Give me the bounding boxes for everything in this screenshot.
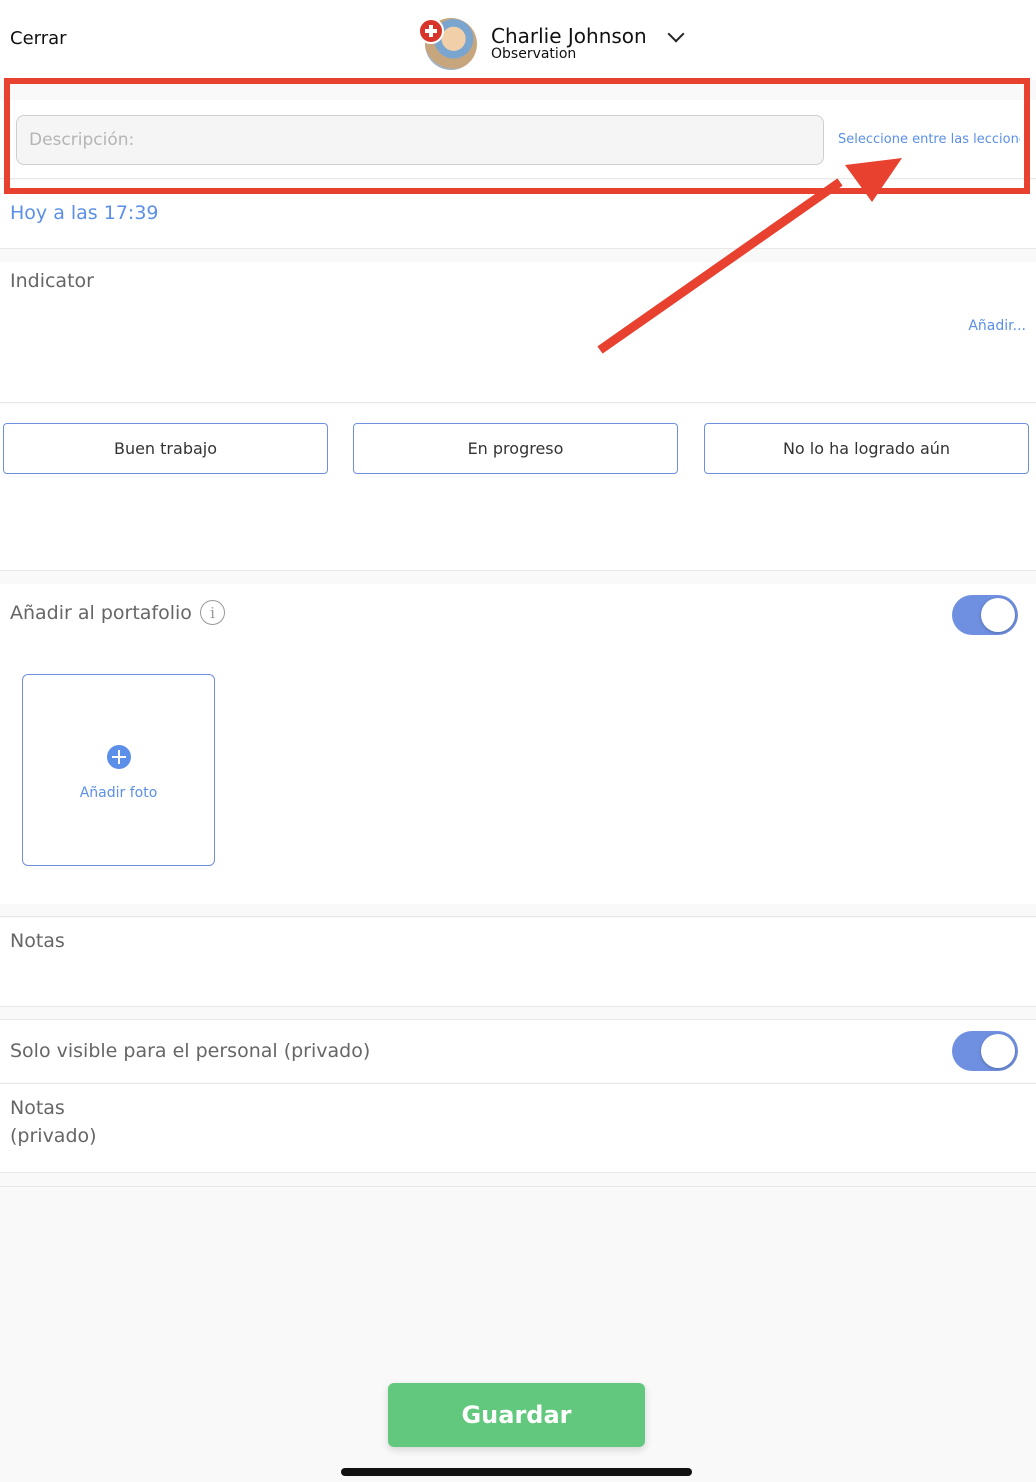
assessment-not-yet-button[interactable]: No lo ha logrado aún xyxy=(704,423,1029,474)
medical-alert-icon xyxy=(418,18,444,44)
chevron-down-icon[interactable] xyxy=(667,25,685,43)
date-row: Hoy a las 17:39 xyxy=(0,180,1036,248)
private-section: Solo visible para el personal (privado) xyxy=(0,1020,1036,1082)
description-row: Seleccione entre las lecciones xyxy=(0,100,1036,178)
notes-field[interactable]: Notas xyxy=(0,918,1036,1006)
private-notes-field[interactable]: Notas (privado) xyxy=(0,1084,1036,1172)
header-bar: Cerrar Charlie Johnson Observation xyxy=(0,0,1036,80)
home-indicator xyxy=(341,1468,692,1476)
portfolio-toggle[interactable] xyxy=(952,595,1018,635)
notes-label: Notas xyxy=(10,930,65,952)
add-photo-button[interactable]: Añadir foto xyxy=(22,674,215,866)
private-notes-label: Notas (privado) xyxy=(10,1097,97,1147)
student-name[interactable]: Charlie Johnson xyxy=(491,24,647,48)
portfolio-label: Añadir al portafolio xyxy=(10,602,192,624)
save-button[interactable]: Guardar xyxy=(388,1383,645,1447)
close-button[interactable]: Cerrar xyxy=(10,28,67,49)
assessment-section: Buen trabajo En progreso No lo ha lograd… xyxy=(0,404,1036,570)
select-lessons-link[interactable]: Seleccione entre las lecciones xyxy=(838,132,1020,147)
assessment-in-progress-button[interactable]: En progreso xyxy=(353,423,678,474)
divider xyxy=(0,178,1036,179)
divider xyxy=(0,570,1036,571)
info-icon[interactable]: i xyxy=(200,600,225,625)
private-label: Solo visible para el personal (privado) xyxy=(10,1040,371,1062)
private-toggle[interactable] xyxy=(952,1031,1018,1071)
assessment-good-work-button[interactable]: Buen trabajo xyxy=(3,423,328,474)
toggle-knob xyxy=(981,1034,1015,1068)
indicator-section: Indicator Añadir... xyxy=(0,262,1036,402)
indicator-label: Indicator xyxy=(10,270,94,292)
divider xyxy=(0,248,1036,249)
toggle-knob xyxy=(981,598,1015,632)
divider xyxy=(0,1172,1036,1173)
portfolio-section: Añadir al portafolio i Añadir foto xyxy=(0,584,1036,904)
divider xyxy=(0,1186,1036,1187)
observation-type-label: Observation xyxy=(491,46,577,62)
divider xyxy=(0,1006,1036,1007)
divider xyxy=(0,402,1036,403)
divider xyxy=(0,916,1036,917)
add-indicator-link[interactable]: Añadir... xyxy=(968,318,1026,334)
plus-circle-icon xyxy=(107,745,131,769)
observation-date[interactable]: Hoy a las 17:39 xyxy=(10,202,159,224)
description-input[interactable] xyxy=(16,115,824,165)
add-photo-label: Añadir foto xyxy=(79,785,158,801)
